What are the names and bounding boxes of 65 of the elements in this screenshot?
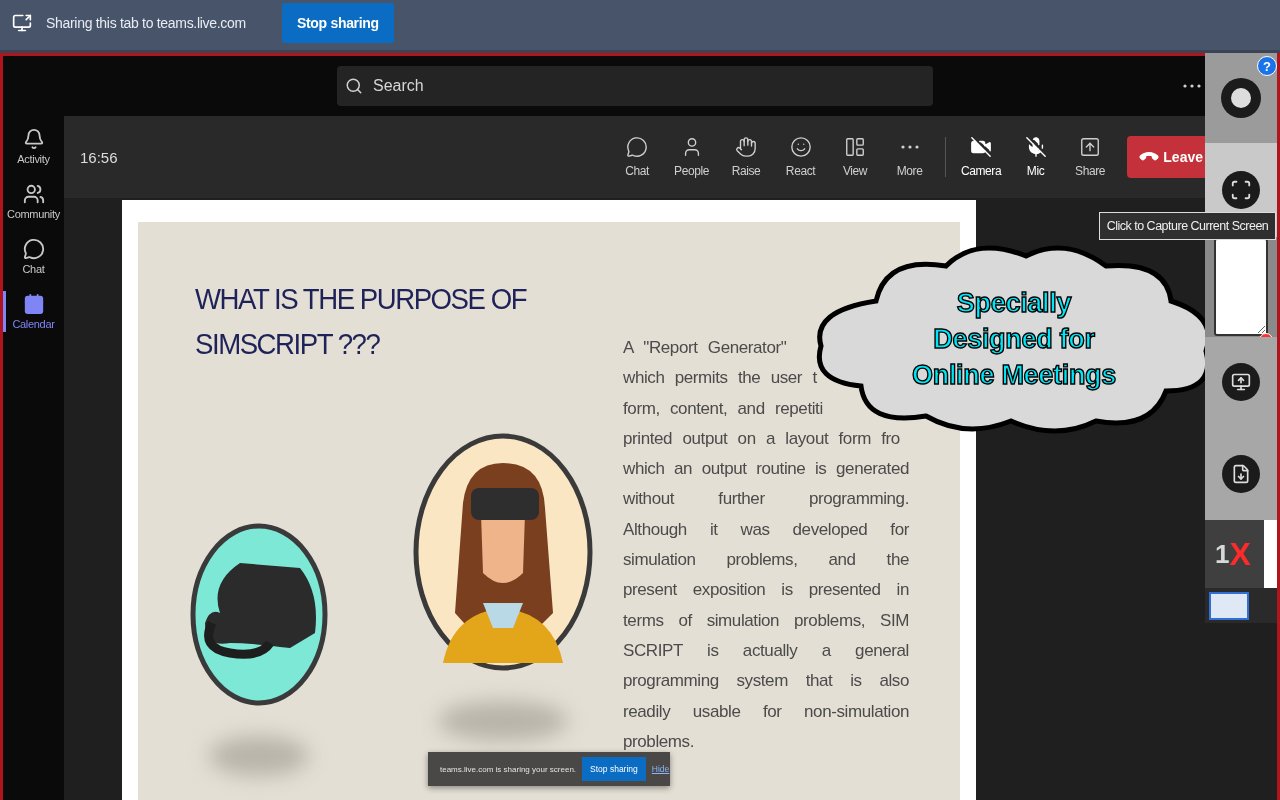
more-icon: [900, 145, 919, 149]
smile-icon: [789, 136, 812, 158]
leave-button[interactable]: Leave: [1127, 136, 1205, 178]
tooltip: Click to Capture Current Screen: [1099, 212, 1276, 240]
sharing-message: Sharing this tab to teams.live.com: [46, 15, 246, 31]
toolbar-button[interactable]: More: [882, 135, 937, 179]
calendar-icon: [22, 293, 45, 315]
toolbar-button[interactable]: Mic: [1008, 135, 1063, 179]
slide-title: WHAT IS THE PURPOSE OF SIMSCRIPT ???: [195, 281, 527, 362]
more-icon[interactable]: [1183, 84, 1201, 88]
paragraph-line: SCRIPT is actually a general: [623, 639, 909, 662]
chat-icon: [626, 136, 649, 158]
bell-icon: [22, 128, 45, 150]
paragraph-line: printed output on a layout form fro: [623, 427, 901, 450]
paragraph-line: terms of simulation problems, SIM: [623, 609, 909, 632]
capture-button[interactable]: [1222, 171, 1260, 209]
notes-field[interactable]: [1214, 238, 1268, 336]
paragraph-line: which permits the user t: [623, 367, 818, 390]
paragraph-line: readily usable for non-simulation: [623, 700, 909, 723]
paragraph-line: programming system that is also: [623, 670, 909, 693]
notice-message: teams.live.com is sharing your screen.: [440, 764, 577, 774]
toolbar-button[interactable]: React: [773, 135, 828, 179]
hand-icon: [735, 136, 758, 158]
record-button[interactable]: [1221, 78, 1261, 118]
camera-icon: [970, 136, 993, 158]
paragraph-line: which an output routine is generated: [623, 458, 909, 481]
screenshot-thumbnail[interactable]: [1209, 591, 1249, 620]
paragraph-line: without further programming.: [623, 488, 909, 511]
search-input[interactable]: Search: [371, 76, 933, 96]
scrollbar: [1264, 520, 1277, 588]
record-icon: [1230, 87, 1252, 109]
rail-item[interactable]: Community: [3, 181, 64, 222]
help-button[interactable]: ?: [1257, 56, 1277, 76]
paragraph-line: simulation problems, and the: [623, 549, 909, 572]
search-icon: [345, 77, 363, 95]
toolbar-button[interactable]: Chat: [609, 135, 665, 179]
toolbar-button[interactable]: View: [827, 135, 883, 179]
toolbar-button[interactable]: Raise: [718, 135, 774, 179]
stop-sharing-button[interactable]: Stop sharing: [582, 757, 646, 781]
toolbar-button[interactable]: Camera: [953, 135, 1009, 179]
meeting-time: 16:56: [80, 148, 118, 166]
paragraph-line: Although it was developed for: [623, 518, 909, 541]
rail-item[interactable]: Calendar: [3, 291, 64, 332]
rail-item[interactable]: Activity: [3, 126, 64, 167]
paragraph-line: form, content, and repetiti: [623, 397, 824, 420]
callout-text: Specially Designed for Online Meetings: [912, 287, 1116, 392]
hide-link[interactable]: Hide: [651, 764, 670, 774]
chat-icon: [22, 238, 45, 260]
search-field[interactable]: Search: [337, 66, 933, 106]
mic-icon: [1024, 136, 1047, 158]
paragraph-line: present exposition is presented in: [623, 579, 909, 602]
rail-item[interactable]: Chat: [3, 236, 64, 277]
screen-share-icon: [12, 13, 32, 33]
count-text: 1: [1215, 538, 1230, 570]
pdf-button[interactable]: [1222, 454, 1260, 493]
toolbar-button[interactable]: People: [664, 135, 719, 179]
resize-button[interactable]: [1222, 363, 1260, 401]
people-icon: [22, 183, 45, 205]
paragraph-line: A "Report Generator": [623, 337, 788, 359]
share-icon: [1079, 136, 1102, 158]
capture-icon: [1230, 179, 1252, 201]
paragraph-line: problems.: [623, 730, 696, 753]
layout-icon: [844, 136, 867, 158]
toolbar-button[interactable]: Share: [1062, 135, 1118, 179]
stop-sharing-button[interactable]: Stop sharing: [281, 3, 394, 43]
